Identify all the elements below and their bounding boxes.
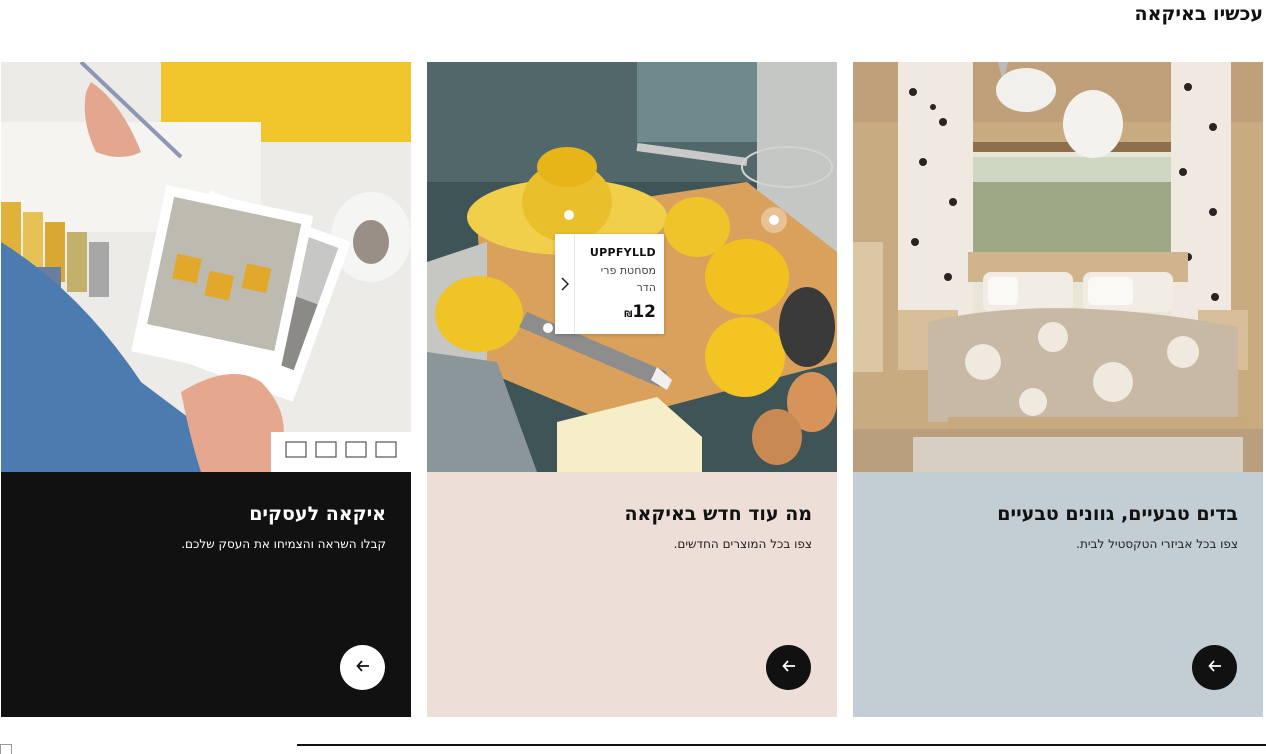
card-body: בדים טבעיים, גוונים טבעיים צפו בכל אביזר…	[853, 472, 1263, 717]
card-subtitle: קבלו השראה והצמיחו את העסק שלכם.	[181, 537, 386, 551]
card-body: מה עוד חדש באיקאה צפו בכל המוצרים החדשים…	[427, 472, 837, 717]
hotspot-dot[interactable]	[761, 207, 787, 233]
arrow-left-icon	[355, 658, 370, 677]
card-new-products[interactable]: UPPFYLLD מסחטת פרי הדר ₪12 מה עוד חדש בא…	[427, 62, 837, 717]
card-title[interactable]: איקאה לעסקים	[249, 503, 386, 525]
product-price: ₪12	[624, 302, 656, 322]
arrow-button[interactable]	[1192, 645, 1237, 690]
card-title[interactable]: מה עוד חדש באיקאה	[624, 503, 812, 525]
product-tooltip[interactable]: UPPFYLLD מסחטת פרי הדר ₪12	[555, 234, 664, 334]
card-title[interactable]: בדים טבעיים, גוונים טבעיים	[997, 503, 1238, 525]
arrow-button[interactable]	[340, 645, 385, 690]
business-image[interactable]	[1, 62, 411, 472]
card-textiles[interactable]: בדים טבעיים, גוונים טבעיים צפו בכל אביזר…	[853, 62, 1263, 717]
hotspot-dot[interactable]	[541, 321, 555, 335]
arrow-button[interactable]	[766, 645, 811, 690]
kitchen-image[interactable]: UPPFYLLD מסחטת פרי הדר ₪12	[427, 62, 837, 472]
hotspot-dot[interactable]	[562, 208, 576, 222]
arrow-left-icon	[1207, 658, 1222, 677]
price-value: 12	[632, 302, 656, 322]
card-body: איקאה לעסקים קבלו השראה והצמיחו את העסק …	[1, 472, 411, 717]
card-subtitle: צפו בכל אביזרי הטקסטיל לבית.	[1076, 537, 1238, 551]
section-title: עכשיו באיקאה	[1134, 3, 1263, 25]
card-subtitle: צפו בכל המוצרים החדשים.	[673, 537, 812, 551]
arrow-left-icon	[781, 658, 796, 677]
card-business[interactable]: איקאה לעסקים קבלו השראה והצמיחו את העסק …	[1, 62, 411, 717]
product-description: מסחטת פרי הדר	[600, 264, 656, 294]
bottom-control[interactable]	[0, 744, 12, 754]
chevron-right-icon[interactable]	[555, 234, 575, 334]
scroll-progress-bar[interactable]	[297, 744, 1266, 746]
product-name: UPPFYLLD	[589, 246, 656, 259]
bedroom-image[interactable]	[853, 62, 1263, 472]
